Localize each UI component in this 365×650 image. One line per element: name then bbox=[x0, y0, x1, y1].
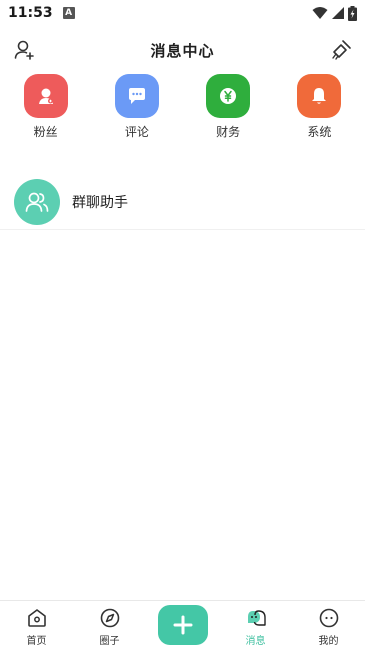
add-user-icon bbox=[14, 40, 34, 60]
comment-icon bbox=[114, 74, 159, 118]
nav-messages[interactable]: 消息 bbox=[219, 601, 292, 650]
nav-home[interactable]: 首页 bbox=[0, 601, 73, 650]
list-item[interactable]: 群聊助手 bbox=[0, 175, 365, 230]
nav-circle[interactable]: 圈子 bbox=[73, 601, 146, 650]
home-icon bbox=[27, 609, 46, 627]
wifi-icon bbox=[312, 7, 328, 19]
message-categories: 粉丝 评论 财务 系统 bbox=[0, 74, 365, 146]
status-bar: 11:53 A bbox=[0, 0, 365, 26]
nav-label: 我的 bbox=[318, 636, 339, 647]
status-time: 11:53 bbox=[8, 5, 53, 21]
app-header: 消息中心 bbox=[0, 30, 365, 70]
category-comments[interactable]: 评论 bbox=[91, 74, 182, 146]
plus-icon bbox=[173, 615, 192, 635]
signal-icon bbox=[332, 7, 344, 19]
page-title: 消息中心 bbox=[150, 41, 215, 60]
message-icon bbox=[247, 610, 266, 626]
nav-label: 消息 bbox=[245, 636, 266, 647]
category-label: 系统 bbox=[307, 125, 332, 139]
chat-name: 群聊助手 bbox=[72, 195, 128, 211]
bottom-nav: 首页 圈子 消息 我的 bbox=[0, 600, 365, 650]
chat-list: 群聊助手 bbox=[0, 175, 365, 230]
add-post-button[interactable] bbox=[157, 605, 208, 645]
category-finance[interactable]: 财务 bbox=[183, 74, 274, 146]
profile-icon bbox=[319, 608, 338, 628]
category-label: 评论 bbox=[124, 125, 149, 139]
group-icon bbox=[14, 179, 60, 225]
add-friend-button[interactable] bbox=[12, 38, 36, 62]
nav-profile[interactable]: 我的 bbox=[292, 601, 365, 650]
yuan-icon bbox=[206, 74, 251, 118]
nav-label: 首页 bbox=[26, 636, 47, 647]
category-fans[interactable]: 粉丝 bbox=[0, 74, 91, 146]
battery-icon bbox=[348, 5, 357, 21]
broom-icon bbox=[332, 40, 351, 60]
nav-add bbox=[146, 601, 219, 650]
category-system[interactable]: 系统 bbox=[274, 74, 365, 146]
status-icons bbox=[312, 5, 357, 21]
bell-icon bbox=[297, 74, 342, 118]
nav-label: 圈子 bbox=[99, 636, 120, 647]
category-label: 粉丝 bbox=[33, 125, 58, 139]
clear-messages-button[interactable] bbox=[329, 38, 353, 62]
category-label: 财务 bbox=[216, 125, 241, 139]
compass-icon bbox=[100, 608, 119, 628]
notification-icon: A bbox=[62, 7, 75, 19]
fan-icon bbox=[23, 74, 68, 118]
